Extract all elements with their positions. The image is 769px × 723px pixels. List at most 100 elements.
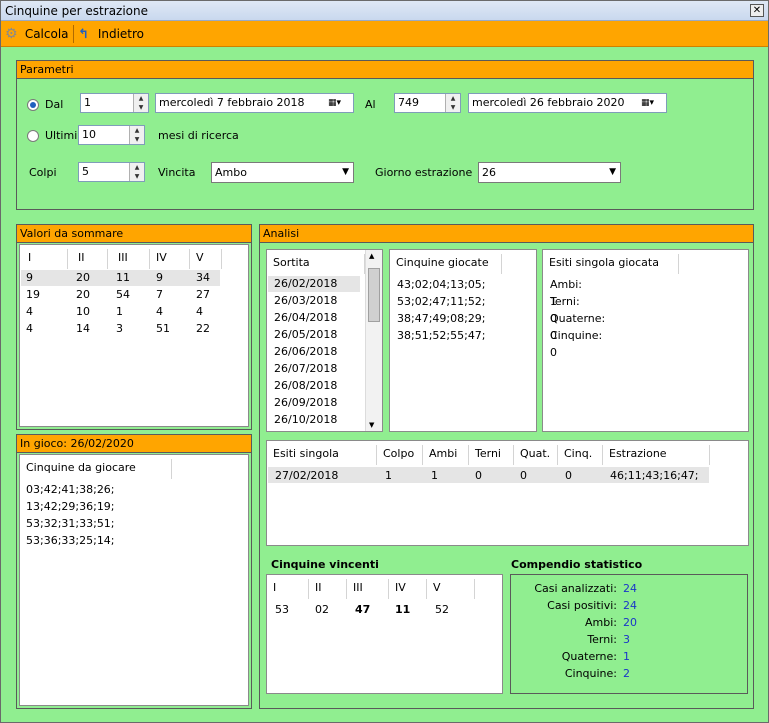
list-item: 13;42;29;36;19; — [26, 500, 115, 513]
compendio-label: Terni: — [587, 633, 617, 646]
list-item: Cinquine: 0 — [550, 329, 603, 359]
list-item: 53;36;33;25;14; — [26, 534, 115, 547]
ultimi-radio[interactable] — [27, 130, 39, 142]
dettaglio-quat: 0 — [520, 469, 527, 482]
dettaglio-ambi: 1 — [431, 469, 438, 482]
col-header[interactable]: III — [108, 249, 150, 269]
col-header[interactable]: Terni — [469, 445, 514, 465]
ingioco-table[interactable]: Cinquine da giocare 03;42;41;38;26; 13;42… — [19, 454, 249, 706]
col-header[interactable]: Cinquine giocate — [390, 254, 502, 274]
table-cell: 9 — [156, 271, 163, 284]
list-item: 38;51;52;55;47; — [397, 329, 486, 342]
dal-spinner[interactable]: ▲ ▼ — [133, 94, 148, 112]
dal-label: Dal — [45, 98, 64, 111]
dal-radio[interactable] — [27, 99, 39, 111]
compendio-value: 1 — [623, 650, 630, 663]
table-cell: 11 — [116, 271, 130, 284]
ultimi-number-input[interactable]: 10 ▲ ▼ — [78, 125, 145, 145]
table-cell: 4 — [26, 322, 33, 335]
list-item: 53;02;47;11;52; — [397, 295, 486, 308]
col-header[interactable]: Esiti singola giocata — [543, 254, 679, 274]
scroll-down-icon[interactable]: ▼ — [369, 421, 374, 429]
close-button[interactable]: ✕ — [750, 4, 764, 17]
col-header[interactable]: IV — [389, 579, 427, 599]
sortita-list[interactable]: Sortita 26/02/2018 26/03/2018 26/04/2018 26… — [266, 249, 383, 432]
col-header[interactable]: I — [267, 579, 309, 599]
main-window: Cinquine per estrazione ✕ ⚙ Calcola ↰ In… — [0, 0, 769, 723]
col-header[interactable]: V — [190, 249, 222, 269]
calendar-dropdown-icon[interactable]: ▦▾ — [641, 96, 663, 110]
colpi-spinner[interactable]: ▲ ▼ — [129, 163, 144, 181]
table-cell: 1 — [116, 305, 123, 318]
ingioco-group: In gioco: 26/02/2020 Cinquine da giocare… — [16, 434, 252, 709]
al-spinner[interactable]: ▲ ▼ — [445, 94, 460, 112]
dettaglio-colpo: 1 — [385, 469, 392, 482]
table-cell: 4 — [156, 305, 163, 318]
valori-table[interactable]: I II III IV V 9 20 11 9 34 19 20 54 7 27 4 10 1 4 4 4 14… — [19, 244, 249, 427]
valori-header: Valori da sommare — [17, 225, 251, 243]
list-item: 26/06/2018 — [274, 345, 338, 358]
col-header[interactable]: Cinquine da giocare — [20, 459, 172, 479]
ultimi-number-value: 10 — [82, 128, 96, 141]
list-item: 26/02/2018 — [274, 277, 338, 290]
list-item: 26/10/2018 — [274, 413, 338, 426]
giorno-select[interactable]: 26 ▼ — [478, 162, 621, 183]
dal-number-input[interactable]: 1 ▲ ▼ — [80, 93, 149, 113]
al-date-picker[interactable]: mercoledì 26 febbraio 2020 ▦▾ — [468, 93, 667, 113]
colpi-number-input[interactable]: 5 ▲ ▼ — [78, 162, 145, 182]
vincente-5: 52 — [435, 603, 449, 616]
col-header[interactable]: Colpo — [377, 445, 423, 465]
vincita-select[interactable]: Ambo ▼ — [211, 162, 354, 183]
dal-number-value: 1 — [84, 96, 91, 109]
table-cell: 51 — [156, 322, 170, 335]
al-label: Al — [365, 98, 376, 111]
cinquine-vincenti-table[interactable]: I II III IV V 53 02 47 11 52 — [266, 574, 503, 694]
calendar-dropdown-icon[interactable]: ▦▾ — [328, 96, 350, 110]
indietro-button[interactable]: ↰ Indietro — [78, 25, 144, 43]
dettaglio-table[interactable]: Esiti singola giocata Colpo Ambi Terni Q… — [266, 440, 749, 546]
col-header[interactable]: Sortita — [267, 254, 365, 274]
col-header[interactable]: IV — [150, 249, 190, 269]
al-number-input[interactable]: 749 ▲ ▼ — [394, 93, 461, 113]
table-cell: 14 — [76, 322, 90, 335]
table-cell: 22 — [196, 322, 210, 335]
dettaglio-cinq: 0 — [565, 469, 572, 482]
compendio-label: Ambi: — [585, 616, 617, 629]
col-header[interactable]: I — [20, 249, 68, 269]
vincita-value: Ambo — [215, 166, 247, 179]
scrollbar-thumb[interactable] — [368, 268, 380, 322]
giorno-label: Giorno estrazione — [375, 166, 473, 179]
col-header[interactable]: II — [68, 249, 108, 269]
dal-date-picker[interactable]: mercoledì 7 febbraio 2018 ▦▾ — [155, 93, 354, 113]
al-number-value: 749 — [398, 96, 419, 109]
esiti-list[interactable]: Esiti singola giocata Ambi: 1 Terni: 0 Qua… — [542, 249, 749, 432]
col-header[interactable]: Ambi — [423, 445, 469, 465]
title-bar: Cinquine per estrazione ✕ — [1, 1, 768, 21]
toolbar: ⚙ Calcola ↰ Indietro — [1, 21, 768, 47]
compendio-value: 24 — [623, 599, 637, 612]
col-header[interactable]: V — [427, 579, 475, 599]
col-header[interactable]: II — [309, 579, 347, 599]
col-header[interactable]: III — [347, 579, 389, 599]
back-arrow-icon: ↰ — [78, 27, 89, 42]
scroll-up-icon[interactable]: ▲ — [369, 252, 374, 260]
vertical-scrollbar[interactable]: ▲ ▼ — [365, 250, 382, 431]
cinquine-giocate-list[interactable]: Cinquine giocate 43;02;04;13;05; 53;02;47… — [389, 249, 537, 432]
chevron-down-icon: ▼ — [342, 167, 349, 177]
col-header[interactable]: Esiti singola giocata — [267, 445, 377, 478]
dettaglio-estrazione: 46;11;43;16;47; — [610, 469, 699, 482]
table-cell: 3 — [116, 322, 123, 335]
calcola-button[interactable]: ⚙ Calcola — [5, 25, 69, 43]
ingioco-header: In gioco: 26/02/2020 — [17, 435, 251, 453]
vincente-4: 11 — [395, 603, 411, 616]
vincente-2: 02 — [315, 603, 329, 616]
dettaglio-date: 27/02/2018 — [275, 469, 339, 482]
table-cell: 20 — [76, 271, 90, 284]
chevron-down-icon: ▼ — [609, 167, 616, 177]
dettaglio-terni: 0 — [475, 469, 482, 482]
col-header[interactable]: Estrazione — [603, 445, 710, 465]
col-header[interactable]: Cinq. — [558, 445, 603, 465]
ultimi-spinner[interactable]: ▲ ▼ — [129, 126, 144, 144]
compendio-box: Casi analizzati: 24 Casi positivi: 24 Ambi: 2… — [510, 574, 748, 694]
col-header[interactable]: Quat. — [514, 445, 558, 465]
